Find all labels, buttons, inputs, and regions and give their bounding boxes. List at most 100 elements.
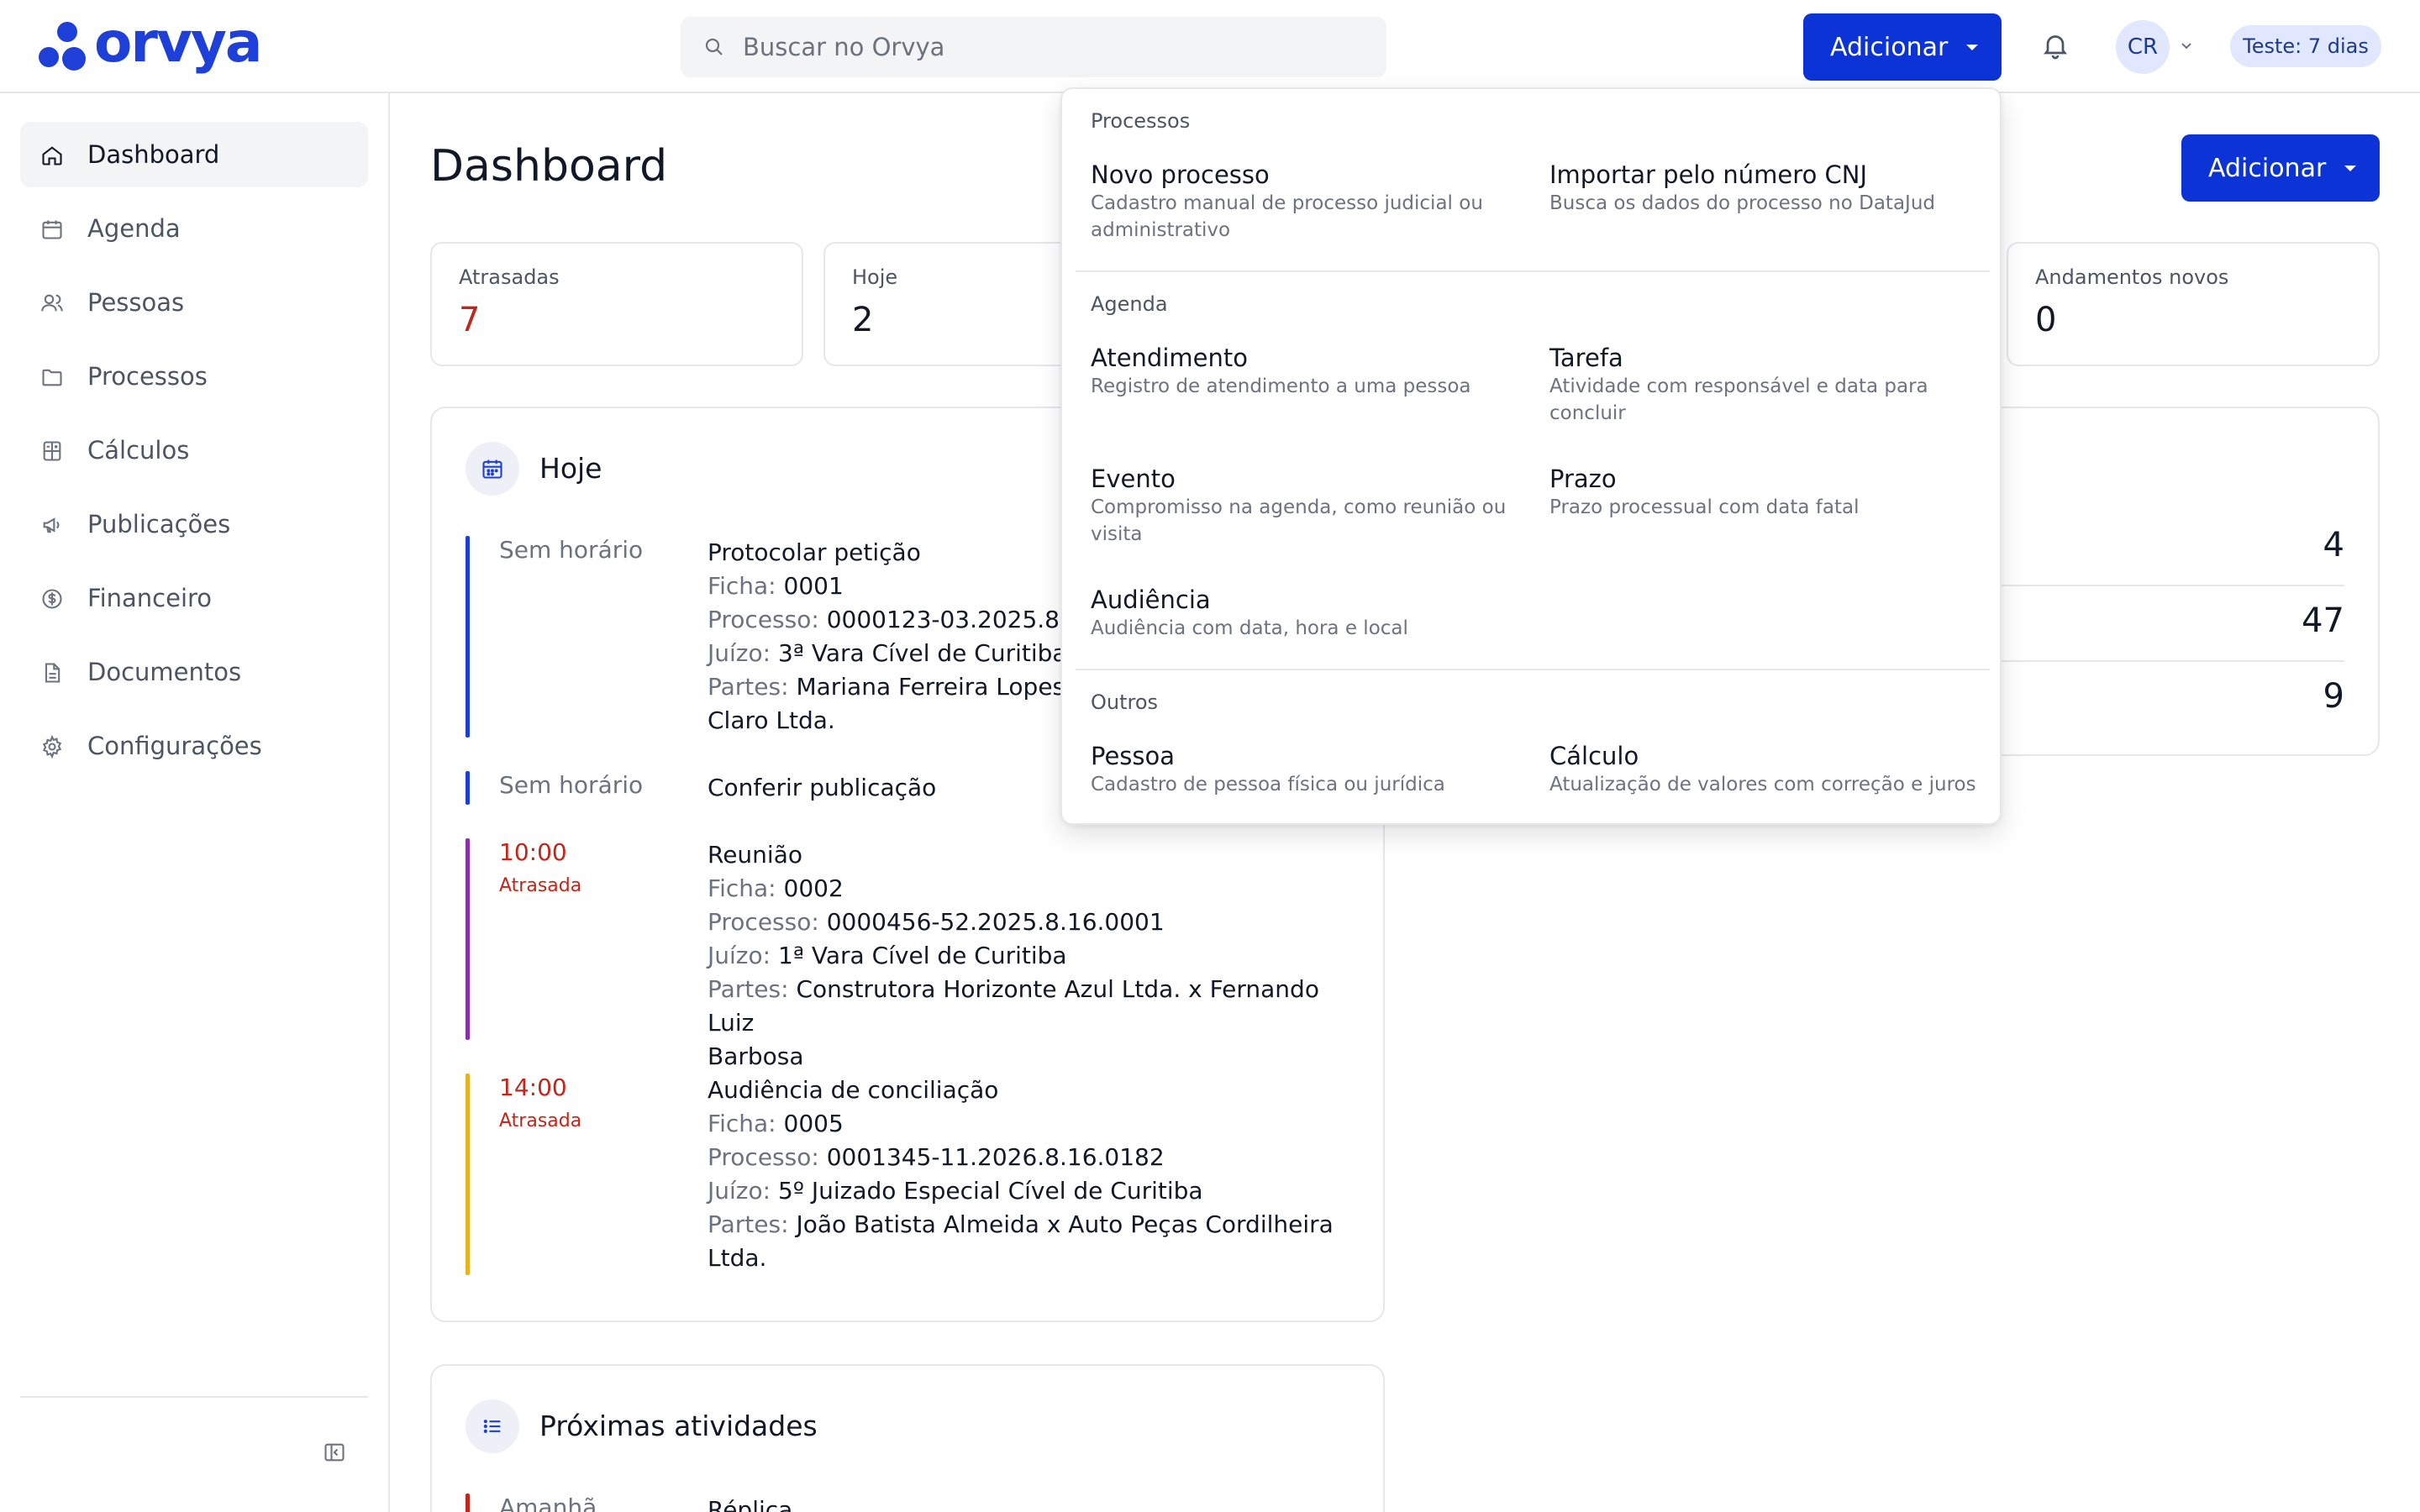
sidebar-item-label: Documentos: [87, 658, 242, 686]
juizo-label: Juízo:: [708, 942, 771, 969]
sidebar-item-documentos[interactable]: Documentos: [20, 639, 368, 705]
logo-mark-icon: [39, 20, 86, 72]
menu-item-pessoa[interactable]: Pessoa Cadastro de pessoa física ou jurí…: [1091, 741, 1528, 798]
calendar-icon: [466, 442, 519, 496]
avatar[interactable]: CR: [2116, 20, 2170, 74]
chevron-down-icon: [2344, 165, 2357, 171]
agenda-item-bar: [466, 1074, 470, 1275]
agenda-item-bar: [466, 838, 470, 1040]
sidebar: Dashboard Agenda Pessoas Processos Cálcu…: [0, 93, 390, 1512]
menu-item-audiencia[interactable]: Audiência Audiência com data, hora e loc…: [1091, 585, 1528, 642]
agenda-item-details: Réplica: [708, 1494, 1346, 1512]
menu-item-title: Importar pelo número CNJ: [1549, 160, 1868, 189]
folder-icon: [42, 369, 62, 386]
add-dropdown-menu: Processos Novo processo Cadastro manual …: [1060, 87, 2002, 825]
sidebar-item-label: Cálculos: [87, 436, 190, 465]
chevron-down-icon: [1966, 44, 1979, 50]
partes-label: Partes:: [708, 975, 789, 1003]
sidebar-item-publicacoes[interactable]: Publicações: [20, 491, 368, 557]
calculator-icon: [43, 441, 61, 461]
search-input[interactable]: [743, 29, 1365, 66]
stat-card-andamentos-novos[interactable]: Andamentos novos 0: [2007, 242, 2380, 366]
home-icon: [42, 146, 62, 165]
sidebar-divider: [20, 1396, 368, 1398]
gear-icon: [42, 735, 62, 759]
sidebar-item-configuracoes[interactable]: Configurações: [20, 713, 368, 779]
sidebar-collapse-icon[interactable]: [323, 1441, 346, 1464]
partes-value: Mariana Ferreira Lopes x: [796, 673, 1086, 701]
partes-value-cont: Ltda.: [708, 1244, 767, 1272]
agenda-item-bar: [466, 1494, 470, 1512]
dropdown-section-processos: Processos: [1091, 109, 1191, 133]
header-add-label: Adicionar: [1830, 32, 1949, 62]
agenda-item-title: Reunião: [708, 841, 802, 869]
agenda-item[interactable]: Amanhã Réplica: [466, 1494, 1356, 1512]
trial-badge[interactable]: Teste: 7 dias: [2230, 25, 2381, 67]
menu-item-novo-processo[interactable]: Novo processo Cadastro manual de process…: [1091, 160, 1528, 244]
agenda-item-bar: [466, 536, 470, 738]
ficha-value: 0005: [783, 1110, 844, 1137]
agenda-item[interactable]: 10:00 Atrasada Reunião Ficha: 0002 Proce…: [466, 838, 1356, 1070]
dropdown-section-outros: Outros: [1091, 690, 1159, 714]
partes-value: Construtora Horizonte Azul Ltda. x Ferna…: [708, 975, 1319, 1037]
logo-text: orvya: [94, 10, 262, 75]
sidebar-item-pessoas[interactable]: Pessoas: [20, 270, 368, 335]
menu-item-title: Pessoa: [1091, 742, 1176, 770]
summary-value: 4: [2323, 526, 2344, 564]
menu-item-desc: Busca os dados do processo no DataJud: [1549, 192, 1936, 214]
menu-item-desc: Cadastro manual de processo judicial ou …: [1091, 192, 1483, 241]
menu-item-desc: Atividade com responsável e data para co…: [1549, 375, 1928, 424]
sidebar-item-label: Processos: [87, 362, 208, 391]
upcoming-panel-title: Próximas atividades: [539, 1410, 818, 1442]
juizo-value: 3ª Vara Cível de Curitiba: [777, 639, 1067, 667]
search-box[interactable]: [681, 17, 1386, 77]
list-icon: [466, 1399, 519, 1453]
sidebar-item-label: Dashboard: [87, 140, 220, 169]
sidebar-item-financeiro[interactable]: Financeiro: [20, 565, 368, 631]
sidebar-item-label: Configurações: [87, 732, 262, 760]
late-badge: Atrasada: [499, 1110, 582, 1131]
menu-item-calculo[interactable]: Cálculo Atualização de valores com corre…: [1549, 741, 1986, 798]
partes-value-cont: Barbosa: [708, 1042, 804, 1070]
menu-item-evento[interactable]: Evento Compromisso na agenda, como reuni…: [1091, 464, 1528, 548]
ficha-value: 0002: [783, 874, 844, 902]
menu-item-title: Cálculo: [1549, 742, 1639, 770]
juizo-value: 5º Juizado Especial Cível de Curitiba: [777, 1177, 1203, 1205]
partes-label: Partes:: [708, 1210, 789, 1238]
menu-item-title: Atendimento: [1091, 344, 1248, 372]
processo-value: 0000456-52.2025.8.16.0001: [826, 908, 1165, 936]
processo-label: Processo:: [708, 606, 819, 633]
sidebar-item-agenda[interactable]: Agenda: [20, 196, 368, 261]
main-add-button[interactable]: Adicionar: [2181, 134, 2380, 202]
logo[interactable]: orvya: [39, 10, 262, 75]
sidebar-item-calculos[interactable]: Cálculos: [20, 417, 368, 483]
document-icon: [45, 663, 60, 683]
menu-item-importar-cnj[interactable]: Importar pelo número CNJ Busca os dados …: [1549, 160, 1986, 217]
stat-card-atrasadas[interactable]: Atrasadas 7: [430, 242, 803, 366]
processo-value: 0001345-11.2026.8.16.0182: [826, 1143, 1165, 1171]
trial-badge-label: Teste: 7 dias: [2243, 34, 2369, 58]
calendar-icon: [42, 220, 62, 239]
dropdown-section-agenda: Agenda: [1091, 292, 1168, 316]
agenda-item-time: 14:00: [499, 1074, 567, 1101]
chevron-down-icon[interactable]: [2178, 37, 2195, 54]
stat-value: 2: [852, 301, 874, 339]
processo-label: Processo:: [708, 908, 819, 936]
summary-value: 9: [2323, 677, 2344, 716]
menu-item-prazo[interactable]: Prazo Prazo processual com data fatal: [1549, 464, 1986, 521]
agenda-item-details: Reunião Ficha: 0002 Processo: 0000456-52…: [708, 838, 1346, 1074]
menu-item-tarefa[interactable]: Tarefa Atividade com responsável e data …: [1549, 343, 1986, 427]
sidebar-item-dashboard[interactable]: Dashboard: [20, 122, 368, 187]
dropdown-divider: [1076, 669, 1990, 670]
agenda-item-details: Audiência de conciliação Ficha: 0005 Pro…: [708, 1074, 1346, 1275]
stat-value: 7: [459, 301, 481, 339]
bell-icon[interactable]: [2040, 30, 2070, 60]
agenda-item[interactable]: 14:00 Atrasada Audiência de conciliação …: [466, 1074, 1356, 1275]
sidebar-item-processos[interactable]: Processos: [20, 344, 368, 409]
juizo-value: 1ª Vara Cível de Curitiba: [777, 942, 1067, 969]
main-add-label: Adicionar: [2208, 153, 2327, 183]
menu-item-atendimento[interactable]: Atendimento Registro de atendimento a um…: [1091, 343, 1528, 400]
header-add-button[interactable]: Adicionar: [1803, 13, 2002, 81]
menu-item-desc: Prazo processual com data fatal: [1549, 496, 1860, 518]
late-badge: Atrasada: [499, 875, 582, 896]
